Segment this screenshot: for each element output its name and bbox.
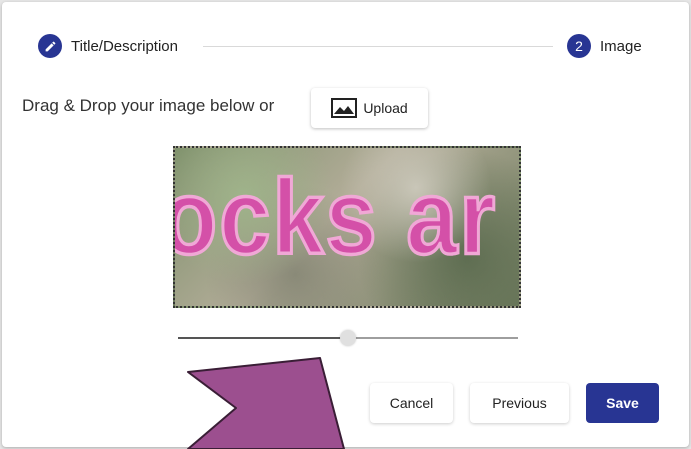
slider-fill xyxy=(178,337,348,339)
pencil-icon xyxy=(38,34,62,58)
step-number-badge: 2 xyxy=(567,34,591,58)
previous-button[interactable]: Previous xyxy=(470,383,569,423)
upload-button[interactable]: Upload xyxy=(311,88,428,128)
drag-drop-instruction: Drag & Drop your image below or xyxy=(22,96,275,115)
upload-button-label: Upload xyxy=(363,100,408,116)
image-upload-dialog: Title/Description 2 Image Drag & Drop yo… xyxy=(2,2,689,447)
step-title-description-label: Title/Description xyxy=(71,37,178,55)
save-button[interactable]: Save xyxy=(586,383,659,423)
image-preview-dropzone[interactable]: ocks ar xyxy=(173,146,521,308)
step-image-label: Image xyxy=(600,37,642,55)
cancel-button[interactable]: Cancel xyxy=(370,383,453,423)
step-title-description[interactable]: Title/Description xyxy=(38,34,178,58)
image-icon xyxy=(331,98,358,118)
slider-thumb[interactable] xyxy=(340,330,356,346)
step-image[interactable]: 2 Image xyxy=(567,34,642,58)
stepper-connector xyxy=(203,46,553,47)
preview-image: ocks ar xyxy=(173,158,498,279)
zoom-slider[interactable] xyxy=(178,328,518,348)
